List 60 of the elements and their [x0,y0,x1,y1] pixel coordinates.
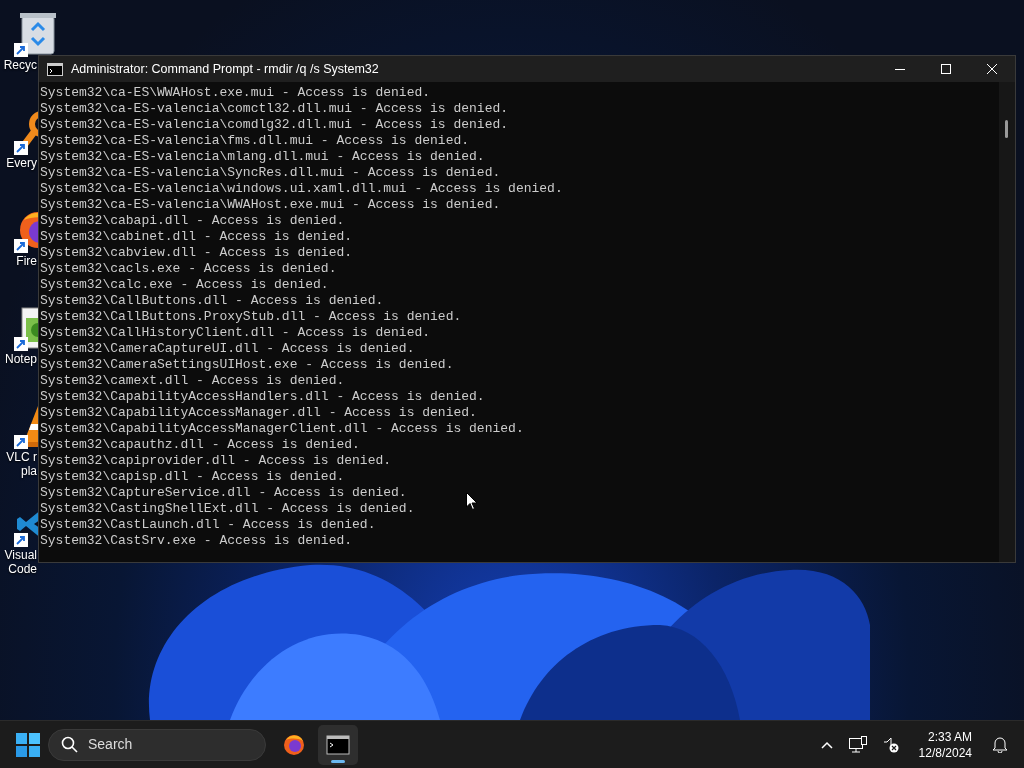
console-line: System32\CastLaunch.dll - Access is denied. [40,517,376,533]
desktop-icon-label: Notep [3,352,37,366]
console-line: System32\capiprovider.dll - Access is denied. [40,453,392,469]
console-icon [326,732,350,757]
console-line: System32\capauthz.dll - Access is denied. [40,437,360,453]
scrollbar-thumb[interactable] [1005,120,1008,138]
bell-icon [992,736,1008,753]
console-line: System32\ca-ES-valencia\SyncRes.dll.mui - Access is denied. [40,165,501,181]
console-line: System32\cabinet.dll - Access is denied. [40,229,353,245]
command-prompt-button[interactable] [318,724,358,765]
console-line: System32\CastingShellExt.dll - Access is denied. [40,501,415,517]
notifications-button[interactable] [992,736,1008,753]
desktop-icon-label: Fire [15,254,37,268]
console-line: System32\CapabilityAccessManager.dll - Access is denied. [40,405,477,421]
network-monitor-icon [848,736,867,753]
desktop-icon-label: Visual [3,548,37,562]
desktop-icon-label: Recyc [2,58,37,72]
speaker-muted-icon [882,736,899,753]
mouse-cursor-icon [466,492,478,511]
globe-icon [282,732,306,757]
taskbar-search[interactable]: Search [48,728,266,761]
console-line: System32\CallButtons.ProxyStub.dll - Access is denied. [40,309,462,325]
chevron-up-icon [820,740,833,749]
console-line: System32\ca-ES-valencia\comctl32.dll.mui - Access is denied. [40,101,509,117]
scrollbar[interactable] [999,82,1015,562]
console-line: System32\cabapi.dll - Access is denied. [40,213,345,229]
console-line: System32\ca-ES-valencia\comdlg32.dll.mui - Access is denied. [40,117,509,133]
console-line: System32\calc.exe - Access is denied. [40,277,329,293]
console-line: System32\CaptureService.dll - Access is denied. [40,485,407,501]
console-line: System32\CameraSettingsUIHost.exe - Access is denied. [40,357,454,373]
window-title: Administrator: Command Prompt - rmdir /q /s System32 [71,60,379,78]
console-line: System32\CallHistoryClient.dll - Access is denied. [40,325,431,341]
console-line: System32\capisp.dll - Access is denied. [40,469,345,485]
console-line: System32\ca-ES\WWAHost.exe.mui - Access is denied. [40,85,431,101]
console-line: System32\CastSrv.exe - Access is denied. [40,533,353,549]
search-icon [61,736,78,753]
maximize-icon [940,63,952,75]
console-line: System32\ca-ES-valencia\fms.dll.mui - Access is denied. [40,133,470,149]
network-button[interactable] [848,736,867,753]
start-button[interactable] [16,732,40,757]
console-line: System32\ca-ES-valencia\windows.ui.xaml.dll.mui - Access is denied. [40,181,563,197]
console-line: System32\cacls.exe - Access is denied. [40,261,337,277]
desktop-icon-label: VLC r [5,450,37,464]
desktop-icon-label: pla [20,464,37,478]
console-line: System32\ca-ES-valencia\mlang.dll.mui - Access is denied. [40,149,485,165]
console-line: System32\camext.dll - Access is denied. [40,373,345,389]
console-line: System32\CapabilityAccessManagerClient.dll - Access is denied. [40,421,524,437]
volume-button[interactable] [882,736,899,753]
console-line: System32\CapabilityAccessHandlers.dll - Access is denied. [40,389,485,405]
windows-logo-icon [16,732,40,757]
console-icon [47,62,63,76]
console-line: System32\CallButtons.dll - Access is denied. [40,293,384,309]
console-line: System32\CameraCaptureUI.dll - Access is denied. [40,341,415,357]
clock[interactable]: 2:33 AM 12/8/2024 [914,728,976,761]
close-icon [986,63,998,75]
console-line: System32\ca-ES-valencia\WWAHost.exe.mui - Access is denied. [40,197,501,213]
show-hidden-icons-button[interactable] [820,740,833,749]
desktop-icon-label: Code [7,562,37,576]
console-line: System32\cabview.dll - Access is denied. [40,245,353,261]
desktop-icon-label: Every [5,156,37,170]
